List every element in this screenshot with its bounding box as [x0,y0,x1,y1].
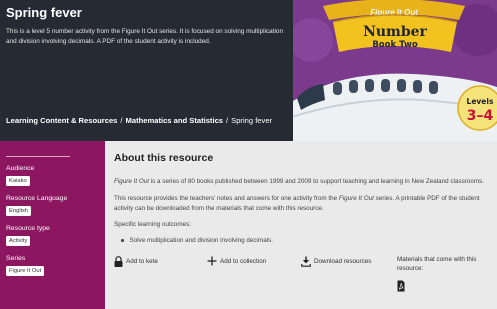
series-label: Series [6,255,26,262]
pdf-file-icon[interactable] [397,279,405,297]
breadcrumb-separator: / [120,116,123,125]
breadcrumb-separator: / [226,116,229,125]
cover-subject: Number [363,24,427,40]
series-intro-text: is a series of 80 books published betwee… [149,178,484,185]
materials-label: Materials that come with this resource: [397,256,477,272]
download-resources-label: Download resources [314,257,372,265]
download-icon [301,256,311,267]
language-label: Resource Language [6,195,68,202]
breadcrumb-mathematics[interactable]: Mathematics and Statistics [126,116,223,125]
audience-label: Audience [6,165,35,172]
download-resources-button[interactable]: Download resources [301,255,371,267]
page-title: Spring fever [6,5,82,20]
breadcrumb: Learning Content & Resources / Mathematics… [6,116,272,125]
cover-book-number: Book Two [372,40,417,50]
learning-outcome-text: Solve multiplication and division involv… [129,237,274,244]
add-to-kete-button[interactable]: Add to kete [114,255,158,267]
book-cover-image: Figure It Out Number Book Two Levels 3–4 [293,0,497,141]
add-to-kete-label: Add to kete [126,257,158,265]
learning-outcomes-label: Specific learning outcomes: [114,221,192,228]
add-to-collection-button[interactable]: Add to collection [207,255,266,267]
lock-icon [114,255,123,267]
sidebar-divider [6,156,70,157]
about-resource-section: About this resource Figure It Out is a s… [105,141,497,309]
breadcrumb-current: Spring fever [231,116,273,125]
section-heading: About this resource [114,152,214,164]
cover-levels-label: Levels [467,97,494,106]
add-to-collection-label: Add to collection [220,257,267,265]
resource-type-label: Resource type [6,225,50,232]
hero-banner: Spring fever This is a level 5 number ac… [0,0,497,141]
resource-summary: This is a level 5 number activity from t… [6,28,284,45]
resource-description-paragraph: This resource provides the teachers' not… [114,194,496,213]
audience-tag[interactable]: Kaiako [6,176,30,186]
plus-icon [207,256,217,266]
series-name-italic: Figure It Out [338,195,374,202]
bullet-icon [121,239,124,242]
series-tag[interactable]: Figure It Out [6,266,45,276]
series-name-italic: Figure It Out [114,178,149,185]
breadcrumb-learning-content[interactable]: Learning Content & Resources [6,116,117,125]
resource-metadata-sidebar: Audience Kaiako Resource Language Englis… [0,141,105,309]
language-tag[interactable]: English [6,206,32,216]
learning-outcome-item: Solve multiplication and division involv… [121,237,273,244]
resource-type-tag[interactable]: Activity [6,236,31,246]
series-intro-paragraph: Figure It Out is a series of 80 books pu… [114,177,496,187]
description-text-start: This resource provides the teachers' not… [114,195,339,202]
cover-levels-value: 3–4 [467,108,494,124]
